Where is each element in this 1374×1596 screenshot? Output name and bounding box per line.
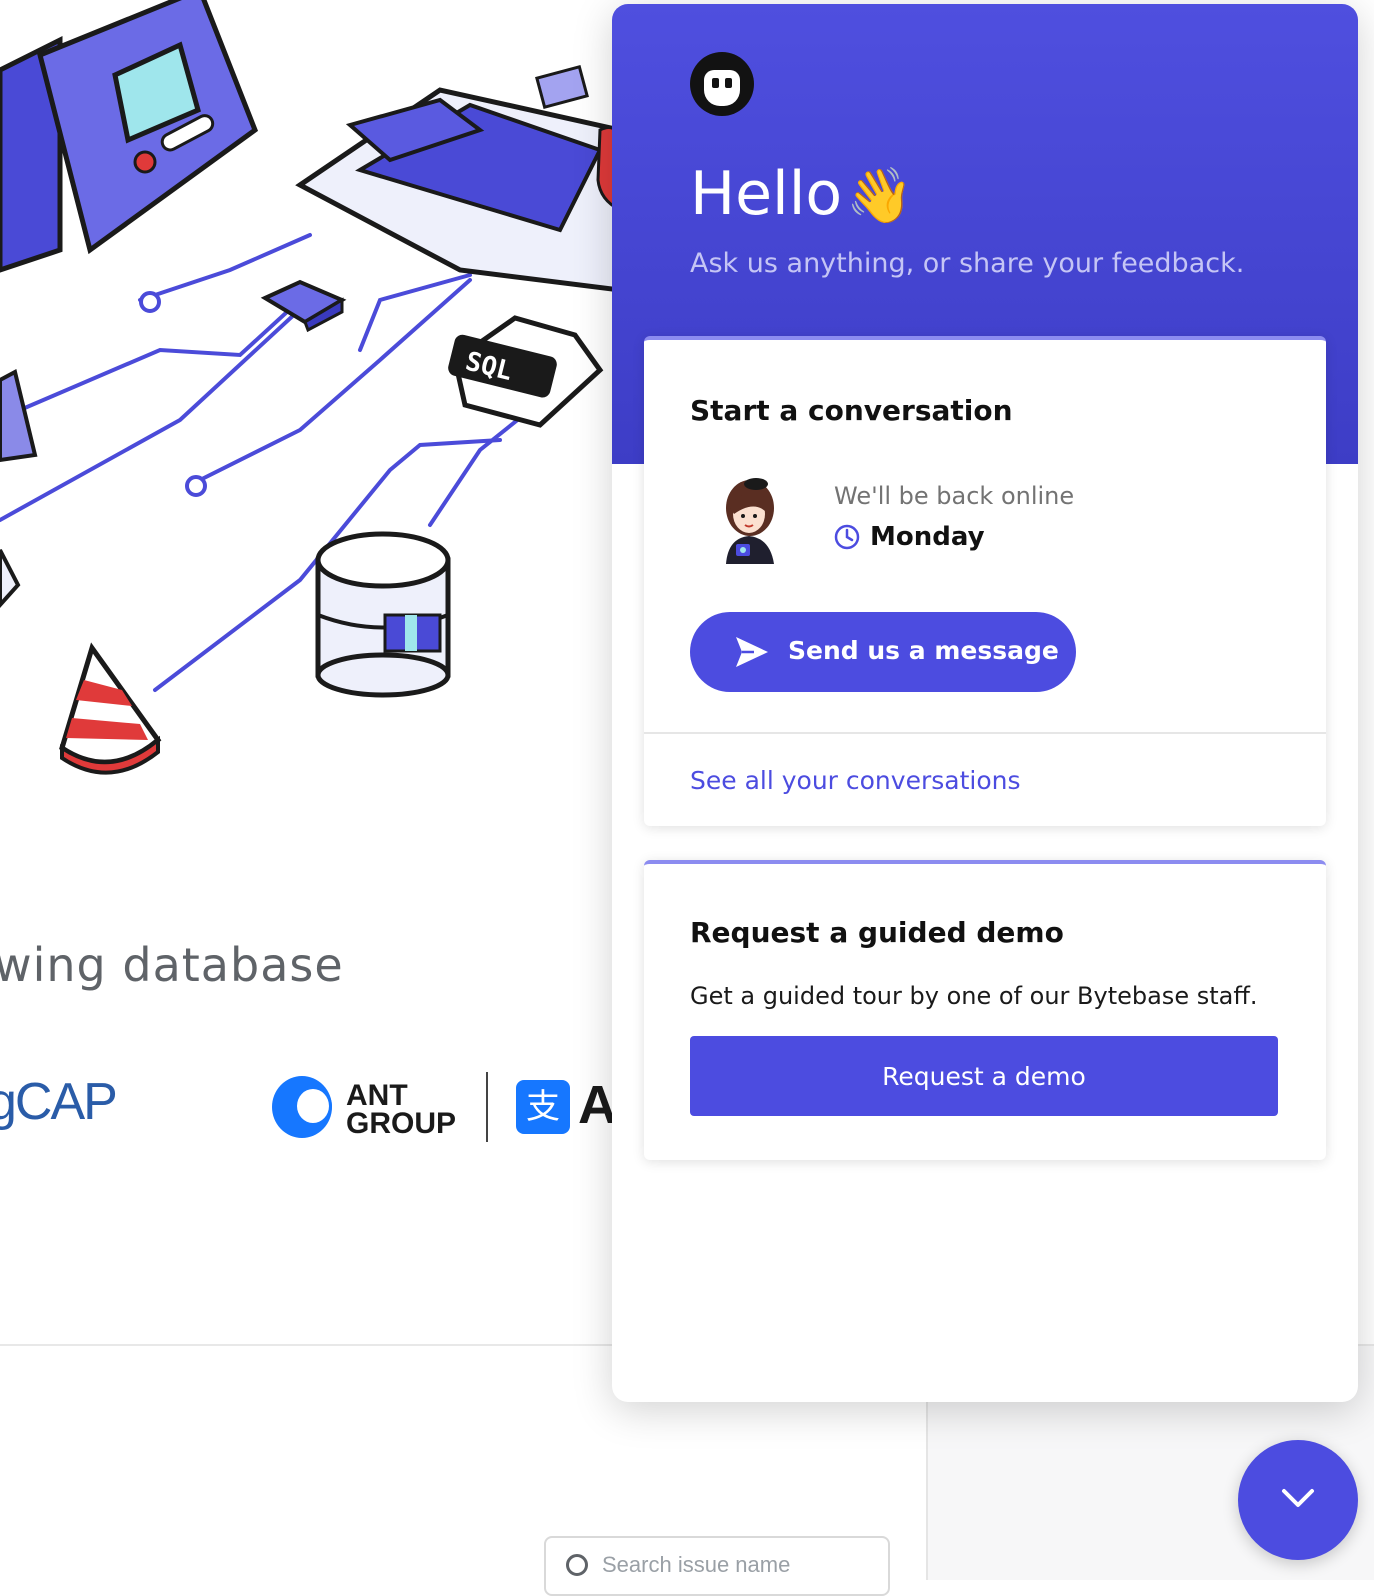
search-icon (566, 1554, 588, 1576)
team-member-avatar (726, 478, 774, 564)
guided-demo-card: Request a guided demo Get a guided tour … (644, 860, 1326, 1160)
chevron-down-icon (1282, 1489, 1314, 1507)
logo-divider (486, 1072, 488, 1142)
availability-text: We'll be back online (834, 482, 1075, 510)
ant-group-mark-icon (272, 1076, 332, 1138)
partner-logo-ant-group: ANT GROUP (268, 1058, 468, 1148)
greeting-text: Hello (690, 159, 843, 229)
guided-demo-title: Request a guided demo (690, 916, 1064, 949)
bytebase-logo-icon (690, 52, 754, 116)
search-issue-input[interactable]: Search issue name (544, 1536, 890, 1596)
send-message-button[interactable]: Send us a message (690, 612, 1076, 692)
guided-demo-description: Get a guided tour by one of our Bytebase… (690, 982, 1258, 1010)
request-demo-button[interactable]: Request a demo (690, 1036, 1278, 1116)
hero-headline: wing database (0, 938, 344, 992)
ant-group-text-line2: GROUP (346, 1107, 457, 1140)
waving-hand-icon: 👋 (846, 164, 914, 227)
ant-group-text-line1: ANT (346, 1079, 408, 1112)
hero-illustration: SQL (0, 0, 620, 775)
clock-icon (834, 524, 860, 550)
send-message-label: Send us a message (788, 636, 1059, 665)
start-conversation-card: Start a conversation We'll be back onlin… (644, 336, 1326, 826)
send-icon (736, 637, 768, 667)
greeting-title: Hello👋 (690, 156, 913, 234)
start-conversation-title: Start a conversation (690, 394, 1013, 427)
alipay-logo-icon: 支 (516, 1080, 570, 1134)
partner-logo-cap: gCAP (0, 1073, 118, 1131)
search-placeholder: Search issue name (602, 1552, 791, 1577)
card-divider (644, 732, 1326, 734)
greeting-subtitle: Ask us anything, or share your feedback. (690, 248, 1245, 279)
messenger-panel: Hello👋 Ask us anything, or share your fe… (612, 4, 1358, 1402)
messenger-launcher-button[interactable] (1238, 1440, 1358, 1560)
availability-day: Monday (870, 522, 985, 552)
see-all-conversations-link[interactable]: See all your conversations (690, 766, 1021, 795)
